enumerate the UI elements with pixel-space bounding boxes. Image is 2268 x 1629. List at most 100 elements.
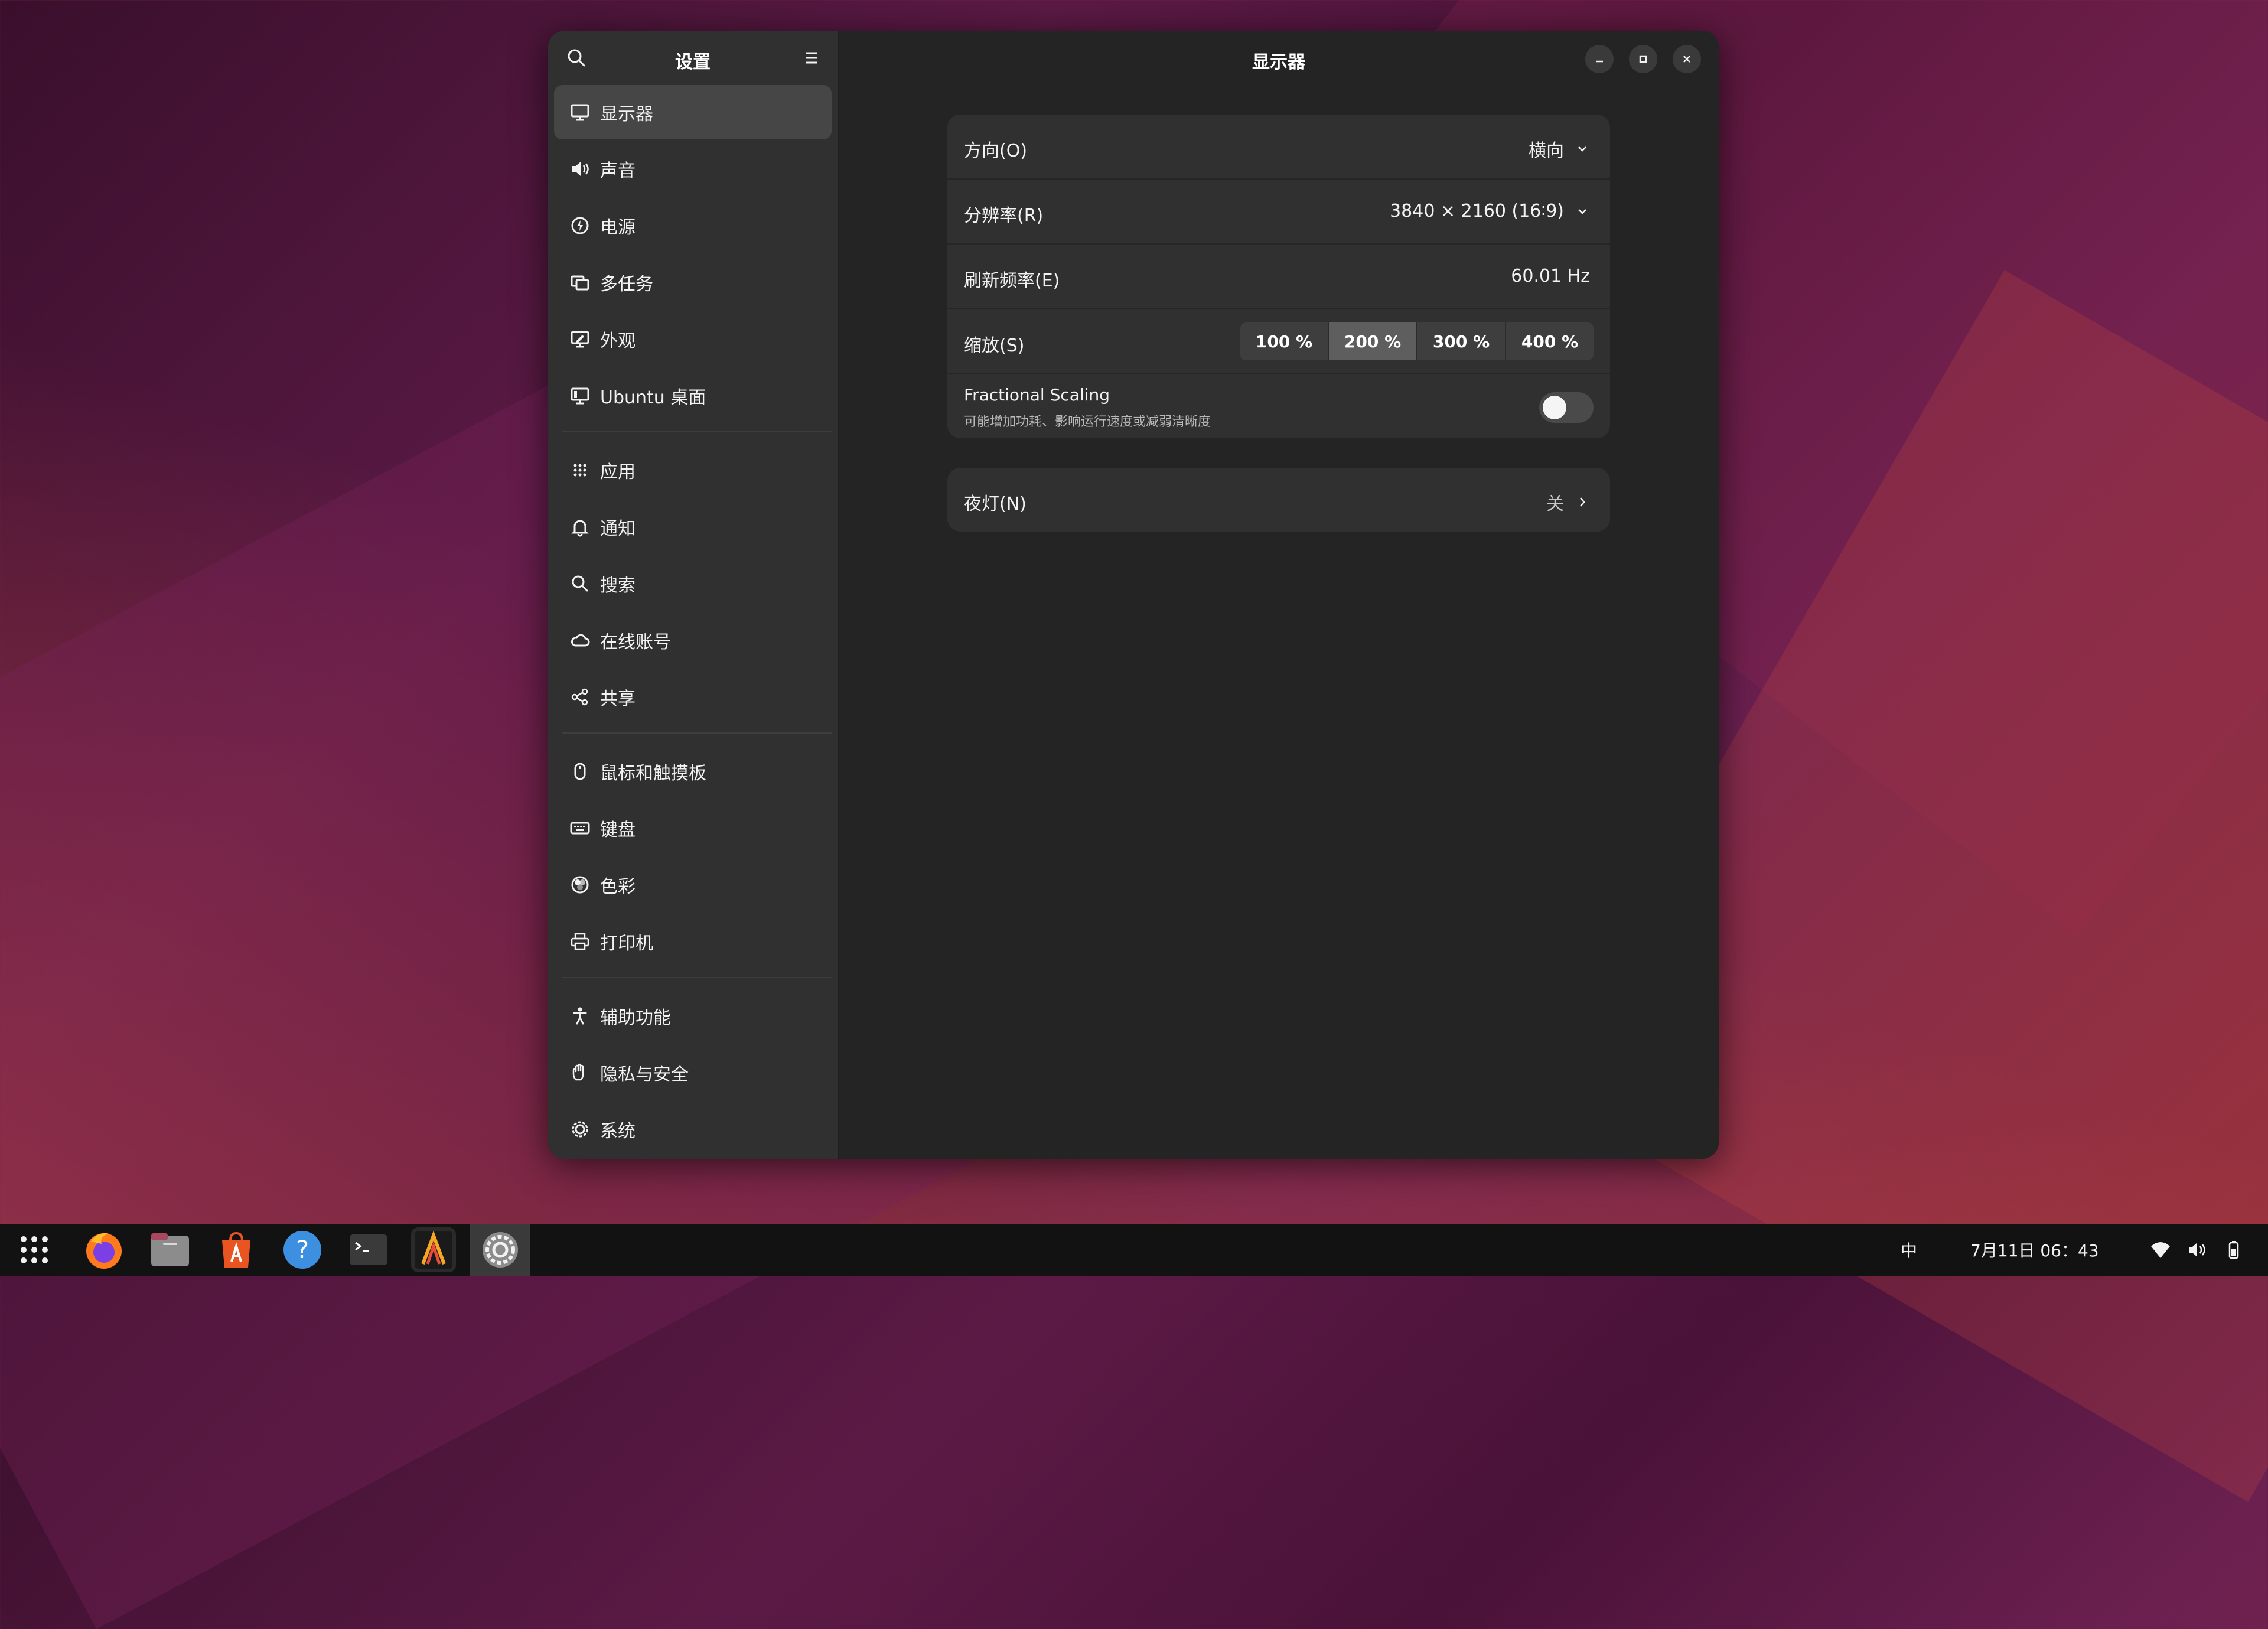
- scale-option-200[interactable]: 200 %: [1329, 322, 1418, 360]
- sidebar-item-ubuntu-desktop[interactable]: Ubuntu 桌面: [554, 369, 832, 423]
- sidebar-item-label: 键盘: [600, 820, 636, 840]
- sidebar-item-label: 应用: [600, 462, 636, 483]
- maximize-icon: [1639, 55, 1647, 63]
- fractional-scaling-label: Fractional Scaling: [964, 385, 1110, 405]
- scale-option-400[interactable]: 400 %: [1506, 322, 1594, 360]
- sidebar-title: 设置: [675, 52, 711, 73]
- system-gear-icon: [568, 1118, 592, 1141]
- sidebar-item-sharing[interactable]: 共享: [554, 670, 832, 724]
- minimize-icon: [1596, 60, 1603, 63]
- sidebar-item-label: 通知: [600, 519, 636, 539]
- sidebar-item-sound[interactable]: 声音: [554, 142, 832, 196]
- sidebar-item-power[interactable]: 电源: [554, 198, 832, 253]
- sidebar-divider: [562, 977, 832, 978]
- apps-grid-icon: [21, 1236, 48, 1263]
- sidebar-item-mouse[interactable]: 鼠标和触摸板: [554, 744, 832, 799]
- sidebar-item-label: 共享: [600, 689, 636, 709]
- sidebar-item-printers[interactable]: 打印机: [554, 914, 832, 969]
- settings-launcher-active[interactable]: [470, 1224, 530, 1276]
- sidebar-item-label: Ubuntu 桌面: [600, 387, 706, 408]
- maximize-button[interactable]: [1629, 45, 1657, 73]
- scale-option-100[interactable]: 100 %: [1240, 322, 1329, 360]
- close-button[interactable]: [1673, 45, 1701, 73]
- sidebar-item-label: 打印机: [600, 933, 653, 954]
- sidebar-item-label: 色彩: [600, 877, 636, 897]
- toggle-knob: [1543, 396, 1566, 419]
- resolution-row[interactable]: 分辨率(R) 3840 × 2160 (16∶9): [947, 180, 1610, 245]
- sidebar-item-label: 显示器: [600, 104, 653, 125]
- sidebar: 设置 显示器 声音 电源 多任务 外观 Ubuntu 桌面 应用 通知 搜索 在…: [548, 31, 839, 1159]
- svg-text:?: ?: [296, 1235, 309, 1264]
- clock[interactable]: 7月11日 06：43: [1970, 1224, 2099, 1276]
- sidebar-item-label: 搜索: [600, 575, 636, 596]
- wifi-icon: [2151, 1242, 2170, 1258]
- fractional-scaling-row: Fractional Scaling 可能增加功耗、影响运行速度或减弱清晰度: [947, 374, 1610, 438]
- accessibility-icon: [568, 1004, 592, 1028]
- orientation-dropdown[interactable]: 横向: [1529, 136, 1590, 162]
- sidebar-item-search[interactable]: 搜索: [554, 556, 832, 611]
- sidebar-item-label: 隐私与安全: [600, 1064, 689, 1085]
- orientation-label: 方向(O): [964, 141, 1028, 161]
- sidebar-item-keyboard[interactable]: 键盘: [554, 801, 832, 855]
- app-launcher-launcher[interactable]: [411, 1227, 456, 1272]
- mouse-icon: [568, 760, 592, 783]
- monitor-icon: [568, 100, 592, 124]
- share-icon: [568, 685, 592, 709]
- firefox-icon: [86, 1233, 122, 1269]
- refresh-rate-row: 刷新频率(E) 60.01 Hz: [947, 245, 1610, 309]
- sidebar-item-appearance[interactable]: 外观: [554, 312, 832, 366]
- sidebar-item-label: 外观: [600, 331, 636, 351]
- resolution-dropdown[interactable]: 3840 × 2160 (16∶9): [1390, 201, 1590, 221]
- sidebar-header: 设置: [548, 31, 838, 85]
- apps-grid-icon: [568, 458, 592, 482]
- sidebar-item-accessibility[interactable]: 辅助功能: [554, 989, 832, 1043]
- sidebar-item-label: 多任务: [600, 274, 653, 295]
- hamburger-menu-icon[interactable]: [800, 46, 823, 70]
- refresh-rate-label: 刷新频率(E): [964, 271, 1060, 291]
- chevron-down-icon: [1578, 208, 1586, 214]
- multitask-icon: [568, 271, 592, 294]
- sidebar-item-online-accounts[interactable]: 在线账号: [554, 613, 832, 667]
- sidebar-item-privacy[interactable]: 隐私与安全: [554, 1045, 832, 1100]
- sidebar-item-display[interactable]: 显示器: [554, 85, 832, 139]
- orientation-value: 横向: [1529, 141, 1564, 161]
- help-icon: ?: [284, 1231, 321, 1269]
- minimize-button[interactable]: [1585, 45, 1614, 73]
- settings-icon: [483, 1232, 518, 1268]
- scale-option-300[interactable]: 300 %: [1418, 322, 1506, 360]
- chevron-right-icon: [1580, 497, 1585, 507]
- input-method-indicator[interactable]: 中: [1901, 1224, 1917, 1276]
- sidebar-item-label: 在线账号: [600, 632, 671, 653]
- display-settings-group: 方向(O) 横向 分辨率(R) 3840 × 2160 (16∶9) 刷新频率(…: [947, 115, 1610, 438]
- show-apps-button[interactable]: [12, 1227, 57, 1272]
- sidebar-item-multitasking[interactable]: 多任务: [554, 255, 832, 309]
- sidebar-divider: [562, 732, 832, 734]
- night-light-row[interactable]: 夜灯(N) 关: [947, 468, 1610, 532]
- settings-window: 设置 显示器 声音 电源 多任务 外观 Ubuntu 桌面 应用 通知 搜索 在…: [548, 31, 1719, 1159]
- keyboard-icon: [568, 816, 592, 840]
- terminal-launcher[interactable]: [346, 1227, 391, 1272]
- system-tray[interactable]: [2150, 1224, 2244, 1276]
- scale-label: 缩放(S): [964, 335, 1025, 356]
- sidebar-item-system[interactable]: 系统: [554, 1102, 832, 1156]
- help-launcher[interactable]: ?: [280, 1227, 325, 1272]
- night-light-group: 夜灯(N) 关: [947, 468, 1610, 532]
- color-icon: [568, 873, 592, 897]
- sidebar-item-label: 鼠标和触摸板: [600, 763, 706, 784]
- volume-icon: [2189, 1243, 2205, 1257]
- resolution-label: 分辨率(R): [964, 206, 1044, 226]
- firefox-launcher[interactable]: [82, 1227, 126, 1272]
- fractional-scaling-toggle[interactable]: [1539, 392, 1594, 423]
- orientation-row[interactable]: 方向(O) 横向: [947, 115, 1610, 180]
- resolution-value: 3840 × 2160 (16∶9): [1390, 201, 1564, 221]
- sidebar-item-notifications[interactable]: 通知: [554, 500, 832, 554]
- sidebar-item-apps[interactable]: 应用: [554, 443, 832, 497]
- files-icon: [151, 1233, 189, 1266]
- files-launcher[interactable]: [148, 1227, 193, 1272]
- fractional-scaling-subtitle: 可能增加功耗、影响运行速度或减弱清晰度: [964, 415, 1211, 429]
- close-icon: [1683, 56, 1690, 63]
- chevron-down-icon: [1578, 146, 1586, 152]
- app-center-launcher[interactable]: [214, 1227, 259, 1272]
- battery-icon: [2228, 1241, 2239, 1259]
- sidebar-item-color[interactable]: 色彩: [554, 858, 832, 912]
